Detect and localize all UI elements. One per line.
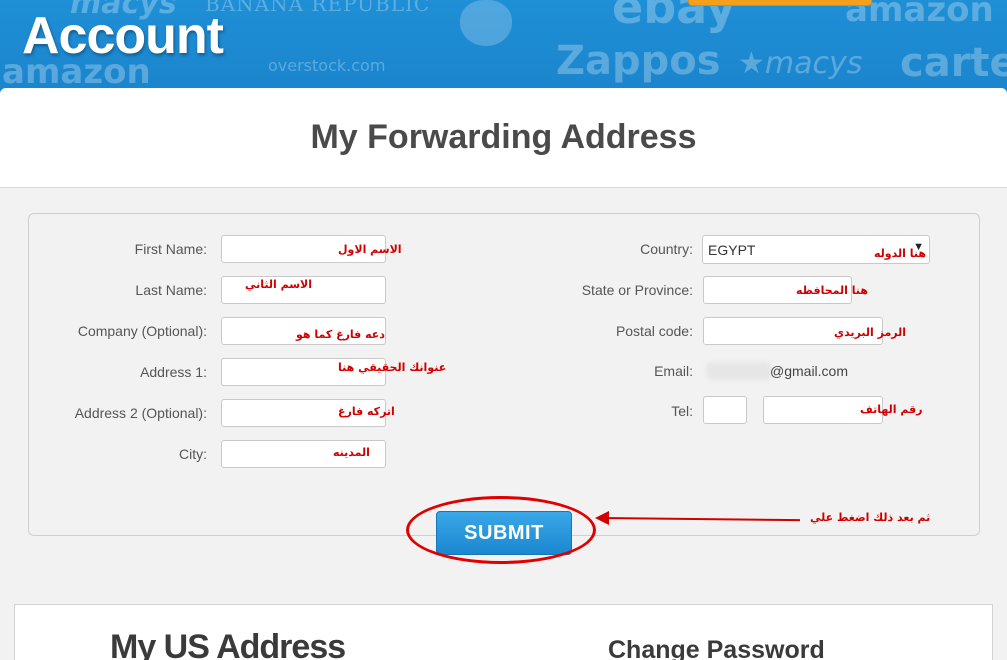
- country-note: هنا الدوله: [874, 247, 926, 260]
- last-name-label: Last Name:: [135, 282, 207, 298]
- first-name-label: First Name:: [134, 241, 207, 257]
- country-label: Country:: [640, 241, 693, 257]
- brand-logo-macys-star: ★macys: [738, 46, 863, 81]
- address2-note: اتركه فارغ: [338, 405, 395, 418]
- brand-logo-carte: carte: [900, 40, 1007, 86]
- brand-logo-banana-republic: BANANA REPUBLIC: [205, 0, 431, 16]
- postal-note: الرمز البريدي: [834, 326, 907, 339]
- page-title: Account: [22, 7, 224, 65]
- address1-note: عنوانك الحقيقي هنا: [338, 361, 447, 374]
- address1-label: Address 1:: [140, 364, 207, 380]
- apple-logo-icon: [460, 0, 512, 46]
- postal-label: Postal code:: [615, 323, 693, 339]
- card-header: My Forwarding Address: [0, 88, 1007, 188]
- card-title: My Forwarding Address: [310, 118, 697, 156]
- last-name-note: الاسم الثاني: [245, 278, 313, 291]
- company-label: Company (Optional):: [77, 323, 207, 339]
- submit-note: ثم بعد ذلك اضغط علي: [810, 511, 931, 524]
- us-address-title: My US Address: [110, 628, 346, 660]
- email-value: @gmail.com: [770, 363, 849, 379]
- change-password-title: Change Password: [608, 636, 825, 660]
- city-note: المدينه: [333, 446, 370, 459]
- tel-code-input[interactable]: [703, 396, 747, 424]
- highlight-circle: [406, 496, 596, 564]
- brand-logo-overstock: overstock.com: [268, 56, 386, 75]
- state-note: هنا المحافظه: [796, 284, 868, 297]
- state-label: State or Province:: [581, 282, 693, 298]
- brand-logo-zappos: Zappos: [556, 38, 721, 84]
- address2-label: Address 2 (Optional):: [74, 405, 207, 421]
- header-banner: macys BANANA REPUBLIC ebay amazon amazon…: [0, 0, 1007, 100]
- tel-note: رقم الهاتف: [860, 403, 923, 416]
- email-redacted: [706, 362, 772, 380]
- top-action-button[interactable]: [688, 0, 872, 6]
- tel-label: Tel:: [671, 403, 693, 419]
- annotation-arrow-icon: [595, 511, 609, 525]
- email-label: Email:: [654, 363, 693, 379]
- country-value: EGYPT: [708, 242, 756, 258]
- first-name-note: الاسم الاول: [338, 243, 402, 256]
- company-note: دعه فارغ كما هو: [296, 328, 385, 341]
- city-label: City:: [179, 446, 207, 462]
